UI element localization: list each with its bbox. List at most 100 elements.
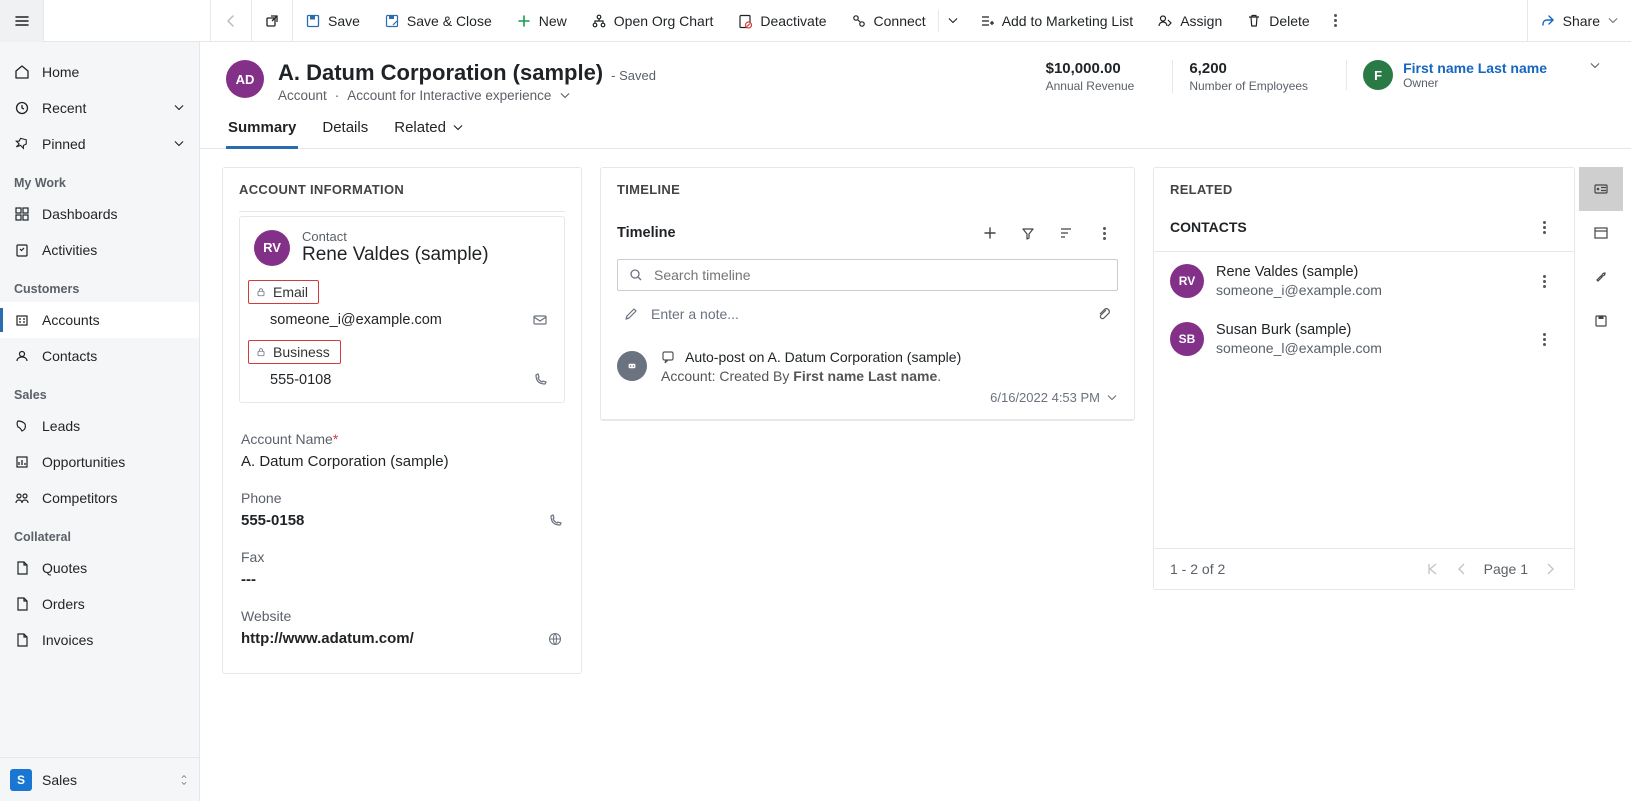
sidebar-item-dashboards[interactable]: Dashboards: [0, 196, 199, 232]
sidebar-item-opportunities[interactable]: Opportunities: [0, 444, 199, 480]
form-label: Account for Interactive experience: [347, 88, 551, 103]
sidebar-item-pinned[interactable]: Pinned: [0, 126, 199, 162]
open-org-chart-button[interactable]: Open Org Chart: [579, 0, 726, 42]
kebab-icon: [1537, 269, 1552, 294]
related-contacts-more[interactable]: [1530, 213, 1558, 241]
new-button[interactable]: New: [504, 0, 579, 42]
timeline-item-timestamp: 6/16/2022 4:53 PM: [990, 390, 1100, 405]
sidebar-item-activities[interactable]: Activities: [0, 232, 199, 268]
timeline-note-input[interactable]: Enter a note...: [617, 297, 1118, 331]
connect-dropdown[interactable]: [939, 0, 967, 42]
sidebar-item-recent[interactable]: Recent: [0, 90, 199, 126]
chevron-down-icon[interactable]: [1106, 392, 1118, 404]
form-selector-chevron-icon[interactable]: [559, 90, 571, 102]
mail-icon[interactable]: [532, 312, 548, 328]
timeline-search[interactable]: [617, 259, 1118, 291]
back-button[interactable]: [211, 0, 251, 42]
globe-icon[interactable]: [547, 631, 563, 647]
field-phone[interactable]: Phone 555-0158: [239, 480, 565, 539]
field-website[interactable]: Website http://www.adatum.com/: [239, 598, 565, 657]
sidebar-section-customers: Customers: [0, 268, 199, 302]
phone-icon[interactable]: [532, 372, 548, 388]
related-section-wrap: RELATED CONTACTS RV Rene Valdes (sample)…: [1153, 167, 1623, 674]
lock-icon: [255, 286, 267, 298]
save-button[interactable]: Save: [293, 0, 372, 42]
timeline-sort-button[interactable]: [1052, 219, 1080, 247]
assign-button[interactable]: Assign: [1145, 0, 1234, 42]
document-icon: [14, 560, 30, 576]
sidebar: Home Recent Pinned My Work Dashboards Ac…: [0, 42, 200, 801]
timeline-item-title: Auto-post on A. Datum Corporation (sampl…: [685, 349, 961, 365]
sidebar-item-home[interactable]: Home: [0, 54, 199, 90]
deactivate-button[interactable]: Deactivate: [725, 0, 838, 42]
sidebar-item-orders[interactable]: Orders: [0, 586, 199, 622]
owner-link[interactable]: First name Last name: [1403, 60, 1547, 76]
field-account-name[interactable]: Account Name* A. Datum Corporation (samp…: [239, 421, 565, 480]
competitors-icon: [14, 490, 30, 506]
rail-save-button[interactable]: [1579, 299, 1623, 343]
save-close-button[interactable]: Save & Close: [372, 0, 504, 42]
add-marketing-list-button[interactable]: Add to Marketing List: [967, 0, 1146, 42]
related-row-more[interactable]: [1530, 267, 1558, 295]
timeline-section: TIMELINE Timeline Enter a note...: [600, 167, 1135, 421]
sidebar-item-contacts[interactable]: Contacts: [0, 338, 199, 374]
sidebar-section-mywork: My Work: [0, 162, 199, 196]
field-fax[interactable]: Fax ---: [239, 539, 565, 598]
timeline-add-button[interactable]: [976, 219, 1004, 247]
page-label: Page 1: [1484, 561, 1528, 577]
document-icon: [14, 596, 30, 612]
owner-block: F First name Last nameOwner: [1346, 60, 1547, 90]
header-expand-chevron[interactable]: [1569, 60, 1605, 72]
tab-details[interactable]: Details: [320, 119, 370, 148]
timeline-item[interactable]: Auto-post on A. Datum Corporation (sampl…: [601, 343, 1134, 420]
hamburger-button[interactable]: [0, 0, 44, 42]
home-icon: [14, 64, 30, 80]
sidebar-item-competitors[interactable]: Competitors: [0, 480, 199, 516]
contact-name[interactable]: Rene Valdes (sample): [302, 244, 489, 266]
phone-icon[interactable]: [547, 513, 563, 529]
related-row-more[interactable]: [1530, 325, 1558, 353]
chevron-down-icon: [173, 138, 185, 150]
wrench-icon: [1593, 269, 1609, 285]
activities-icon: [14, 242, 30, 258]
related-contact-row[interactable]: SB Susan Burk (sample)someone_l@example.…: [1154, 310, 1574, 368]
post-icon: [661, 349, 677, 365]
section-title: TIMELINE: [601, 168, 1134, 207]
contact-email[interactable]: someone_i@example.com: [270, 312, 522, 328]
main-content: AD A. Datum Corporation (sample)- Saved …: [200, 42, 1631, 801]
rail-panel-button[interactable]: [1579, 211, 1623, 255]
timeline-filter-button[interactable]: [1014, 219, 1042, 247]
connect-button[interactable]: Connect: [839, 0, 938, 42]
related-count: 1 - 2 of 2: [1170, 561, 1225, 577]
page-prev-icon[interactable]: [1454, 561, 1470, 577]
sidebar-item-accounts[interactable]: Accounts: [0, 302, 199, 338]
share-button[interactable]: Share: [1528, 0, 1631, 42]
page-first-icon[interactable]: [1424, 561, 1440, 577]
tab-summary[interactable]: Summary: [226, 119, 298, 148]
rail-card-button[interactable]: [1579, 167, 1623, 211]
timeline-search-input[interactable]: [652, 266, 1107, 284]
related-footer: 1 - 2 of 2 Page 1: [1154, 548, 1574, 589]
tab-related[interactable]: Related: [392, 119, 466, 148]
timeline-more-button[interactable]: [1090, 219, 1118, 247]
record-avatar: AD: [226, 60, 264, 98]
popout-button[interactable]: [252, 0, 292, 42]
sidebar-item-leads[interactable]: Leads: [0, 408, 199, 444]
timeline-title: Timeline: [617, 225, 676, 241]
delete-button[interactable]: Delete: [1234, 0, 1321, 42]
overflow-button[interactable]: [1322, 0, 1349, 42]
contact-icon: [14, 348, 30, 364]
sidebar-item-quotes[interactable]: Quotes: [0, 550, 199, 586]
related-contact-row[interactable]: RV Rene Valdes (sample)someone_i@example…: [1154, 252, 1574, 310]
contact-avatar: SB: [1170, 322, 1204, 356]
document-icon: [14, 632, 30, 648]
sidebar-item-invoices[interactable]: Invoices: [0, 622, 199, 658]
area-switcher[interactable]: S Sales: [0, 757, 199, 801]
accounts-icon: [14, 312, 30, 328]
attachment-button[interactable]: [1096, 306, 1112, 322]
pencil-icon: [623, 306, 639, 322]
rail-wrench-button[interactable]: [1579, 255, 1623, 299]
page-next-icon[interactable]: [1542, 561, 1558, 577]
contact-business-phone[interactable]: 555-0108: [270, 372, 522, 388]
saved-indicator: - Saved: [611, 68, 656, 83]
